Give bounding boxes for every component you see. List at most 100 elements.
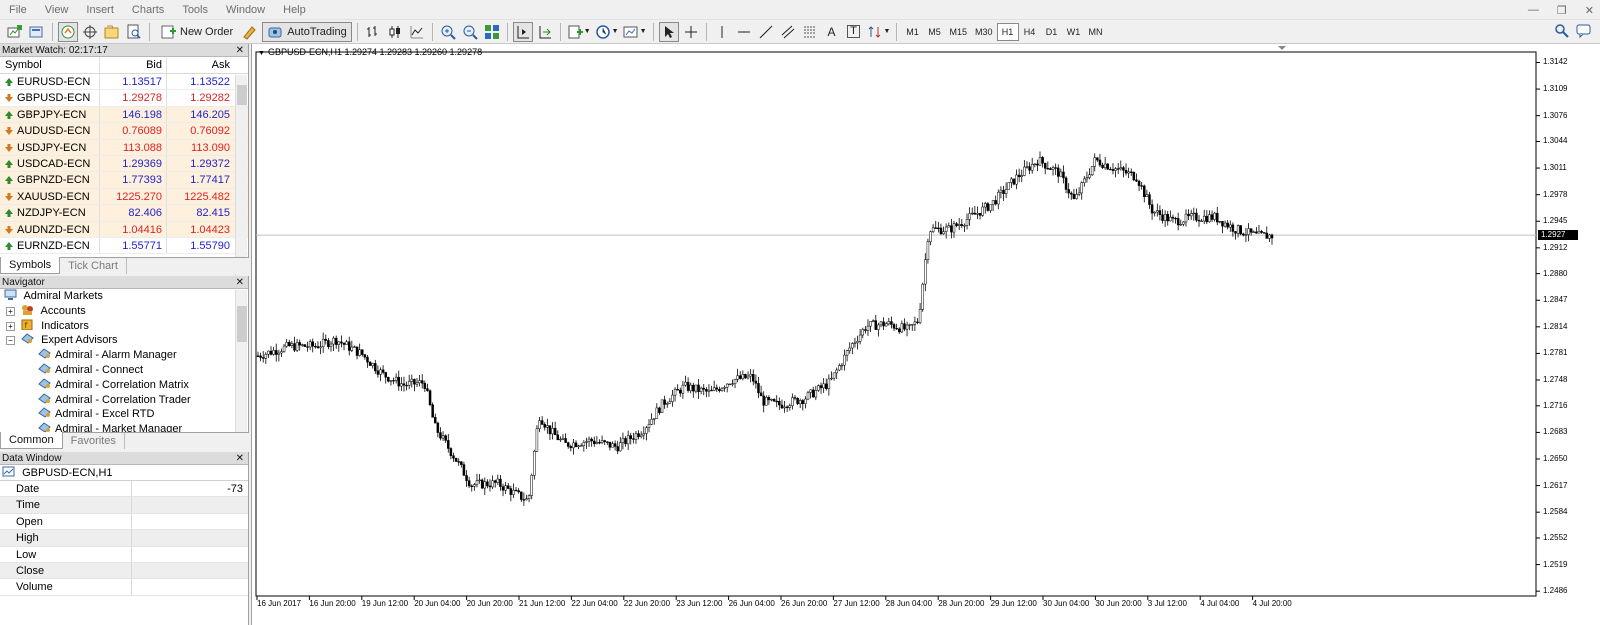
tree-expert-advisors[interactable]: − Expert Advisors (0, 333, 248, 348)
tree-accounts[interactable]: + Accounts (0, 304, 248, 319)
search-button[interactable] (1554, 23, 1570, 39)
candle-bull (689, 384, 692, 391)
expert-advisor-item[interactable]: Admiral - Connect (0, 363, 248, 378)
menu-insert[interactable]: Insert (77, 0, 123, 20)
new-order-button[interactable]: New Order (155, 22, 238, 42)
market-watch-row[interactable]: AUDUSD-ECN 0.76089 0.76092 (0, 123, 248, 140)
market-watch-row[interactable]: GBPNZD-ECN 1.77393 1.77417 (0, 172, 248, 189)
menu-file[interactable]: File (0, 0, 36, 20)
tree-root[interactable]: Admiral Markets (0, 289, 248, 304)
zoom-out-button[interactable] (460, 22, 480, 42)
market-watch-row[interactable]: NZDJPY-ECN 82.406 82.415 (0, 205, 248, 222)
close-icon[interactable]: ✕ (236, 44, 244, 57)
arrows-button[interactable]: ▼ (866, 22, 892, 42)
data-field-name: High (0, 530, 132, 546)
scrollbar-thumb[interactable] (237, 85, 247, 105)
restore-icon[interactable]: ❐ (1557, 4, 1567, 17)
periods-button[interactable]: ▼ (594, 22, 620, 42)
text-tool-button[interactable]: A (822, 22, 842, 42)
market-watch-toggle[interactable] (58, 21, 78, 42)
trendline-button[interactable] (756, 22, 776, 42)
expert-advisor-item[interactable]: Admiral - Correlation Matrix (0, 378, 248, 393)
timeframe-m1[interactable]: M1 (901, 23, 923, 41)
market-watch-row[interactable]: USDCAD-ECN 1.29369 1.29372 (0, 155, 248, 173)
text-label-icon: T (847, 25, 860, 38)
chart-canvas[interactable] (252, 44, 1600, 625)
tab-common[interactable]: Common (0, 432, 63, 449)
close-icon[interactable]: ✕ (236, 452, 244, 465)
data-window-toggle[interactable] (80, 22, 100, 42)
market-watch-header: Symbol Bid Ask (0, 57, 248, 74)
expert-advisor-item[interactable]: Admiral - Correlation Trader (0, 392, 248, 408)
tile-windows-button[interactable] (482, 22, 502, 42)
close-icon[interactable]: ✕ (1585, 4, 1594, 17)
zoom-in-button[interactable] (438, 22, 458, 42)
tab-tick-chart[interactable]: Tick Chart (60, 258, 127, 274)
auto-trading-button[interactable]: AutoTrading (262, 21, 352, 42)
chat-button[interactable] (1576, 23, 1592, 39)
fibonacci-button[interactable] (800, 22, 820, 42)
market-watch-row[interactable]: EURUSD-ECN 1.13517 1.13522 (0, 74, 248, 91)
market-watch-row[interactable]: XAUUSD-ECN 1225.270 1225.482 (0, 188, 248, 206)
market-watch-row[interactable]: AUDNZD-ECN 1.04416 1.04423 (0, 221, 248, 238)
timeframe-mn[interactable]: MN (1085, 23, 1107, 41)
candle-bear (1171, 216, 1175, 219)
timeframe-d1[interactable]: D1 (1041, 23, 1063, 41)
timeframe-m15[interactable]: M15 (945, 23, 971, 41)
timeframe-m30[interactable]: M30 (971, 23, 997, 41)
minimize-icon[interactable]: — (1528, 4, 1539, 16)
profiles-button[interactable] (27, 22, 47, 42)
market-watch-row[interactable]: EURNZD-ECN 1.55771 1.55790 (0, 237, 248, 255)
timeframe-h4[interactable]: H4 (1019, 23, 1041, 41)
menu-window[interactable]: Window (217, 0, 274, 20)
close-icon[interactable]: ✕ (236, 276, 244, 289)
chart-shift-button[interactable] (512, 21, 533, 42)
collapse-icon[interactable]: − (6, 336, 15, 346)
menu-help[interactable]: Help (274, 0, 315, 20)
expand-icon[interactable]: + (6, 306, 15, 316)
equidistant-channel-button[interactable] (778, 22, 798, 42)
horizontal-line-button[interactable] (734, 22, 754, 42)
new-chart-button[interactable] (5, 22, 25, 42)
bar-chart-button[interactable] (363, 22, 383, 42)
expert-advisor-item[interactable]: Admiral - Alarm Manager (0, 348, 248, 363)
menu-charts[interactable]: Charts (123, 0, 173, 20)
tab-symbols[interactable]: Symbols (0, 257, 61, 274)
meta-editor-button[interactable] (240, 22, 260, 42)
market-watch-row[interactable]: GBPJPY-ECN 146.198 146.205 (0, 106, 248, 124)
column-symbol[interactable]: Symbol (0, 57, 100, 73)
navigator-scrollbar[interactable] (235, 290, 247, 432)
expand-icon[interactable]: + (6, 321, 15, 331)
timeframe-h1[interactable]: H1 (996, 22, 1019, 41)
menu-view[interactable]: View (36, 0, 78, 20)
candle-bull (1004, 189, 1008, 194)
cursor-tool-button[interactable] (658, 21, 679, 42)
market-watch-row[interactable]: USDJPY-ECN 113.088 113.090 (0, 139, 248, 156)
navigator-toggle[interactable] (102, 22, 122, 42)
column-ask[interactable]: Ask (167, 57, 234, 73)
auto-scroll-button[interactable] (535, 22, 555, 42)
column-bid[interactable]: Bid (100, 57, 167, 73)
tab-favorites[interactable]: Favorites (63, 433, 125, 449)
timeframe-w1[interactable]: W1 (1063, 23, 1085, 41)
chart-window[interactable]: ▼ GBPUSD-ECN,H1 1.29274 1.29283 1.29260 1… (251, 44, 1600, 625)
text-label-button[interactable]: T (844, 22, 864, 42)
candle-bear (1098, 159, 1102, 166)
tree-indicators[interactable]: + f Indicators (0, 319, 248, 334)
scrollbar-thumb[interactable] (237, 306, 247, 342)
timeframe-m5[interactable]: M5 (923, 23, 945, 41)
candle-bear (1242, 233, 1245, 236)
menu-tools[interactable]: Tools (173, 0, 217, 20)
indicators-button[interactable]: ▼ (566, 22, 592, 42)
terminal-toggle[interactable] (124, 22, 144, 42)
templates-icon (623, 26, 638, 37)
chart-shift-marker[interactable] (1278, 46, 1286, 50)
expert-advisor-item[interactable]: Admiral - Excel RTD (0, 407, 248, 422)
crosshair-tool-button[interactable] (681, 22, 701, 42)
market-watch-row[interactable]: GBPUSD-ECN 1.29278 1.29282 (0, 90, 248, 107)
candlestick-icon (389, 25, 400, 38)
vertical-line-button[interactable] (712, 22, 732, 42)
templates-button[interactable]: ▼ (622, 22, 648, 42)
line-chart-button[interactable] (407, 22, 427, 42)
candlestick-button[interactable] (385, 22, 405, 42)
